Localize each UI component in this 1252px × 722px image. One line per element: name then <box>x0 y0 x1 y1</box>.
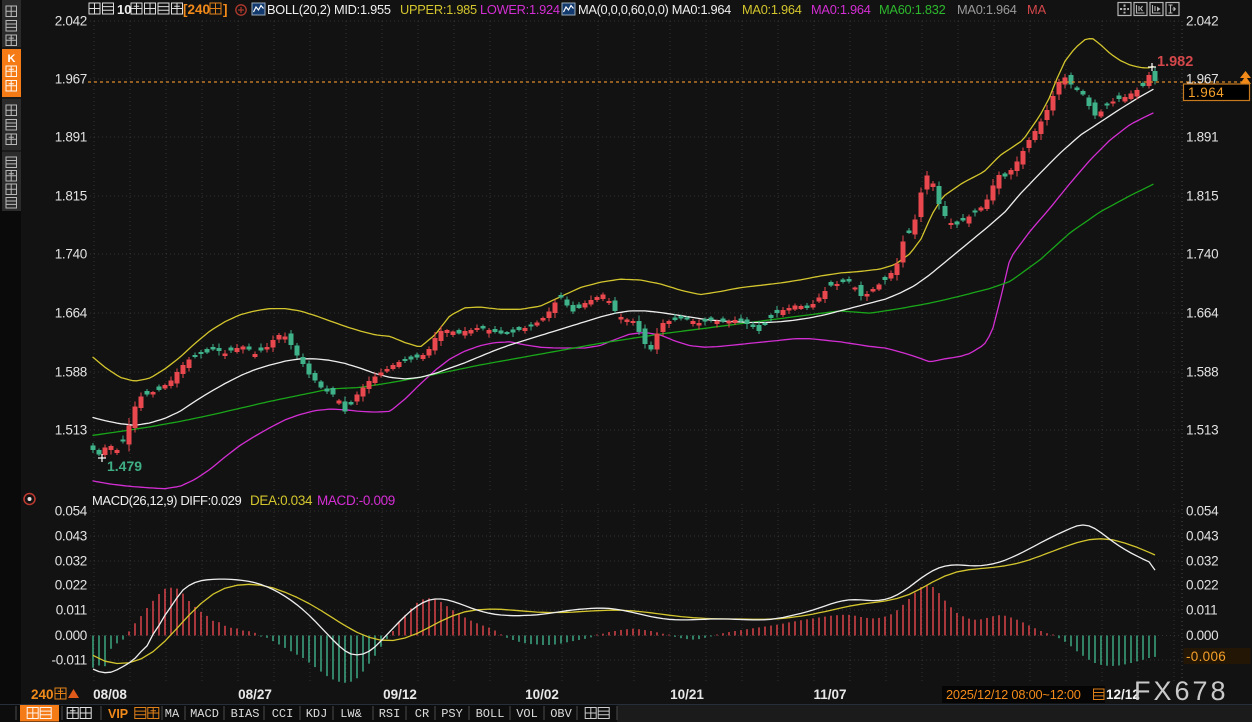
svg-text:1.891: 1.891 <box>1186 130 1218 145</box>
svg-text:MA: MA <box>1027 2 1047 17</box>
svg-text:1.967: 1.967 <box>55 72 87 87</box>
svg-text:CCI: CCI <box>272 707 294 721</box>
svg-text:BOLL(20,2) MID:1.955: BOLL(20,2) MID:1.955 <box>267 2 391 17</box>
svg-text:0.043: 0.043 <box>55 529 87 544</box>
svg-text:1.815: 1.815 <box>55 189 87 204</box>
svg-text:2.042: 2.042 <box>55 14 87 29</box>
svg-text:1.513: 1.513 <box>55 423 87 438</box>
svg-text:MA0:1.964: MA0:1.964 <box>957 2 1017 17</box>
svg-text:1.891: 1.891 <box>55 130 87 145</box>
svg-text:MACD(26,12,9) DIFF:0.029: MACD(26,12,9) DIFF:0.029 <box>92 493 242 508</box>
svg-text:-0.011: -0.011 <box>52 653 87 668</box>
svg-text:OBV: OBV <box>550 707 572 721</box>
svg-text:BIAS: BIAS <box>231 707 260 721</box>
svg-text:0.043: 0.043 <box>1186 529 1218 544</box>
svg-text:-0.006: -0.006 <box>1186 649 1226 664</box>
svg-text:MACD:-0.009: MACD:-0.009 <box>317 493 395 508</box>
svg-text:09/12: 09/12 <box>383 687 417 702</box>
svg-text:1.588: 1.588 <box>1186 365 1218 380</box>
svg-text:LW&: LW& <box>340 707 362 721</box>
svg-text:BOLL: BOLL <box>476 707 505 721</box>
svg-text:10: 10 <box>117 2 131 17</box>
svg-text:1.664: 1.664 <box>55 306 88 321</box>
svg-text:11/07: 11/07 <box>813 687 846 702</box>
svg-text:0.022: 0.022 <box>1186 578 1218 593</box>
svg-text:RSI: RSI <box>379 707 401 721</box>
svg-text:MA: MA <box>165 707 180 721</box>
svg-text:0.032: 0.032 <box>55 554 87 569</box>
svg-text:KDJ: KDJ <box>306 707 328 721</box>
svg-text:1.513: 1.513 <box>1186 423 1218 438</box>
svg-text:1.740: 1.740 <box>55 247 87 262</box>
svg-text:1.588: 1.588 <box>55 365 87 380</box>
svg-text:FX678: FX678 <box>1134 676 1229 706</box>
svg-text:10/21: 10/21 <box>670 687 704 702</box>
svg-text:VIP: VIP <box>108 707 128 721</box>
svg-text:VOL: VOL <box>516 707 538 721</box>
svg-text:1.964: 1.964 <box>1188 85 1224 100</box>
svg-text:10/02: 10/02 <box>525 687 559 702</box>
svg-text:1.664: 1.664 <box>1186 306 1219 321</box>
svg-text:LOWER:1.924: LOWER:1.924 <box>480 2 560 17</box>
svg-text:DEA:0.034: DEA:0.034 <box>250 493 313 508</box>
svg-text:0.054: 0.054 <box>55 504 88 519</box>
svg-text:K: K <box>8 53 16 65</box>
svg-text:[240: [240 <box>183 2 210 17</box>
svg-text:2025/12/12 08:00~12:00: 2025/12/12 08:00~12:00 <box>946 687 1081 702</box>
svg-text:0.000: 0.000 <box>1186 628 1218 643</box>
svg-text:240: 240 <box>31 687 54 702</box>
svg-text:0.054: 0.054 <box>1186 504 1219 519</box>
svg-text:08/27: 08/27 <box>238 687 272 702</box>
svg-text:1.479: 1.479 <box>107 458 142 474</box>
svg-text:CR: CR <box>415 707 429 721</box>
svg-text:1.982: 1.982 <box>1157 54 1193 70</box>
svg-text:MA(0,0,0,60,0,0) MA0:1.964: MA(0,0,0,60,0,0) MA0:1.964 <box>578 2 731 17</box>
svg-text:MA60:1.832: MA60:1.832 <box>879 2 946 17</box>
svg-text:0.011: 0.011 <box>56 603 87 618</box>
svg-text:2.042: 2.042 <box>1186 14 1218 29</box>
svg-text:MA0:1.964: MA0:1.964 <box>742 2 802 17</box>
svg-text:0.011: 0.011 <box>1186 603 1217 618</box>
svg-text:MACD: MACD <box>190 707 219 721</box>
svg-text:PSY: PSY <box>441 707 463 721</box>
svg-text:1.740: 1.740 <box>1186 247 1218 262</box>
svg-text:08/08: 08/08 <box>93 687 127 702</box>
svg-text:]: ] <box>223 2 228 17</box>
svg-text:MA0:1.964: MA0:1.964 <box>811 2 871 17</box>
svg-text:1.815: 1.815 <box>1186 189 1218 204</box>
svg-text:UPPER:1.985: UPPER:1.985 <box>400 2 477 17</box>
svg-text:0.022: 0.022 <box>55 578 87 593</box>
svg-text:0.032: 0.032 <box>1186 554 1218 569</box>
svg-text:0.000: 0.000 <box>55 628 87 643</box>
